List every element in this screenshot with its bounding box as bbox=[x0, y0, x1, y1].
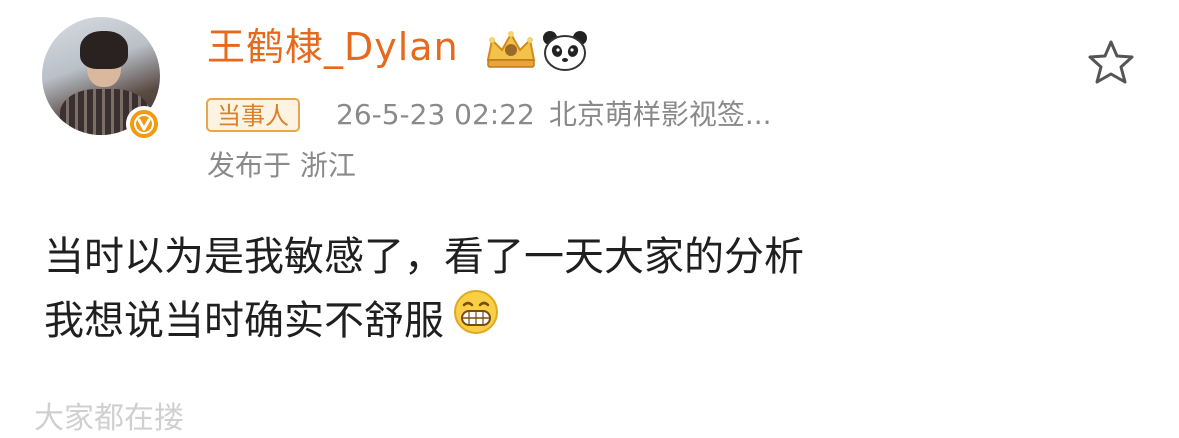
post-source[interactable]: 北京萌样影视签... bbox=[549, 98, 772, 131]
avatar-hair bbox=[80, 31, 128, 69]
crown-icon bbox=[484, 30, 538, 74]
role-tag: 当事人 bbox=[206, 98, 300, 132]
verified-v-icon bbox=[126, 106, 162, 142]
grinning-face-icon bbox=[452, 288, 500, 354]
post-meta: 26-5-23 02:22 北京萌样影视签... bbox=[336, 96, 772, 134]
post-location: 发布于 浙江 bbox=[207, 149, 356, 182]
content-line-2-text: 我想说当时确实不舒服 bbox=[44, 298, 444, 344]
panda-icon bbox=[541, 29, 589, 75]
username[interactable]: 王鹤棣_Dylan bbox=[207, 24, 459, 70]
content-line-2: 我想说当时确实不舒服 bbox=[44, 288, 804, 354]
content-line-1: 当时以为是我敏感了，看了一天大家的分析 bbox=[44, 234, 804, 280]
star-outline-icon[interactable] bbox=[1085, 38, 1137, 90]
timestamp: 26-5-23 02:22 bbox=[336, 98, 535, 131]
next-section-text: 大家都在搂 bbox=[34, 401, 184, 436]
post-content: 当时以为是我敏感了，看了一天大家的分析 我想说当时确实不舒服 bbox=[44, 226, 804, 354]
